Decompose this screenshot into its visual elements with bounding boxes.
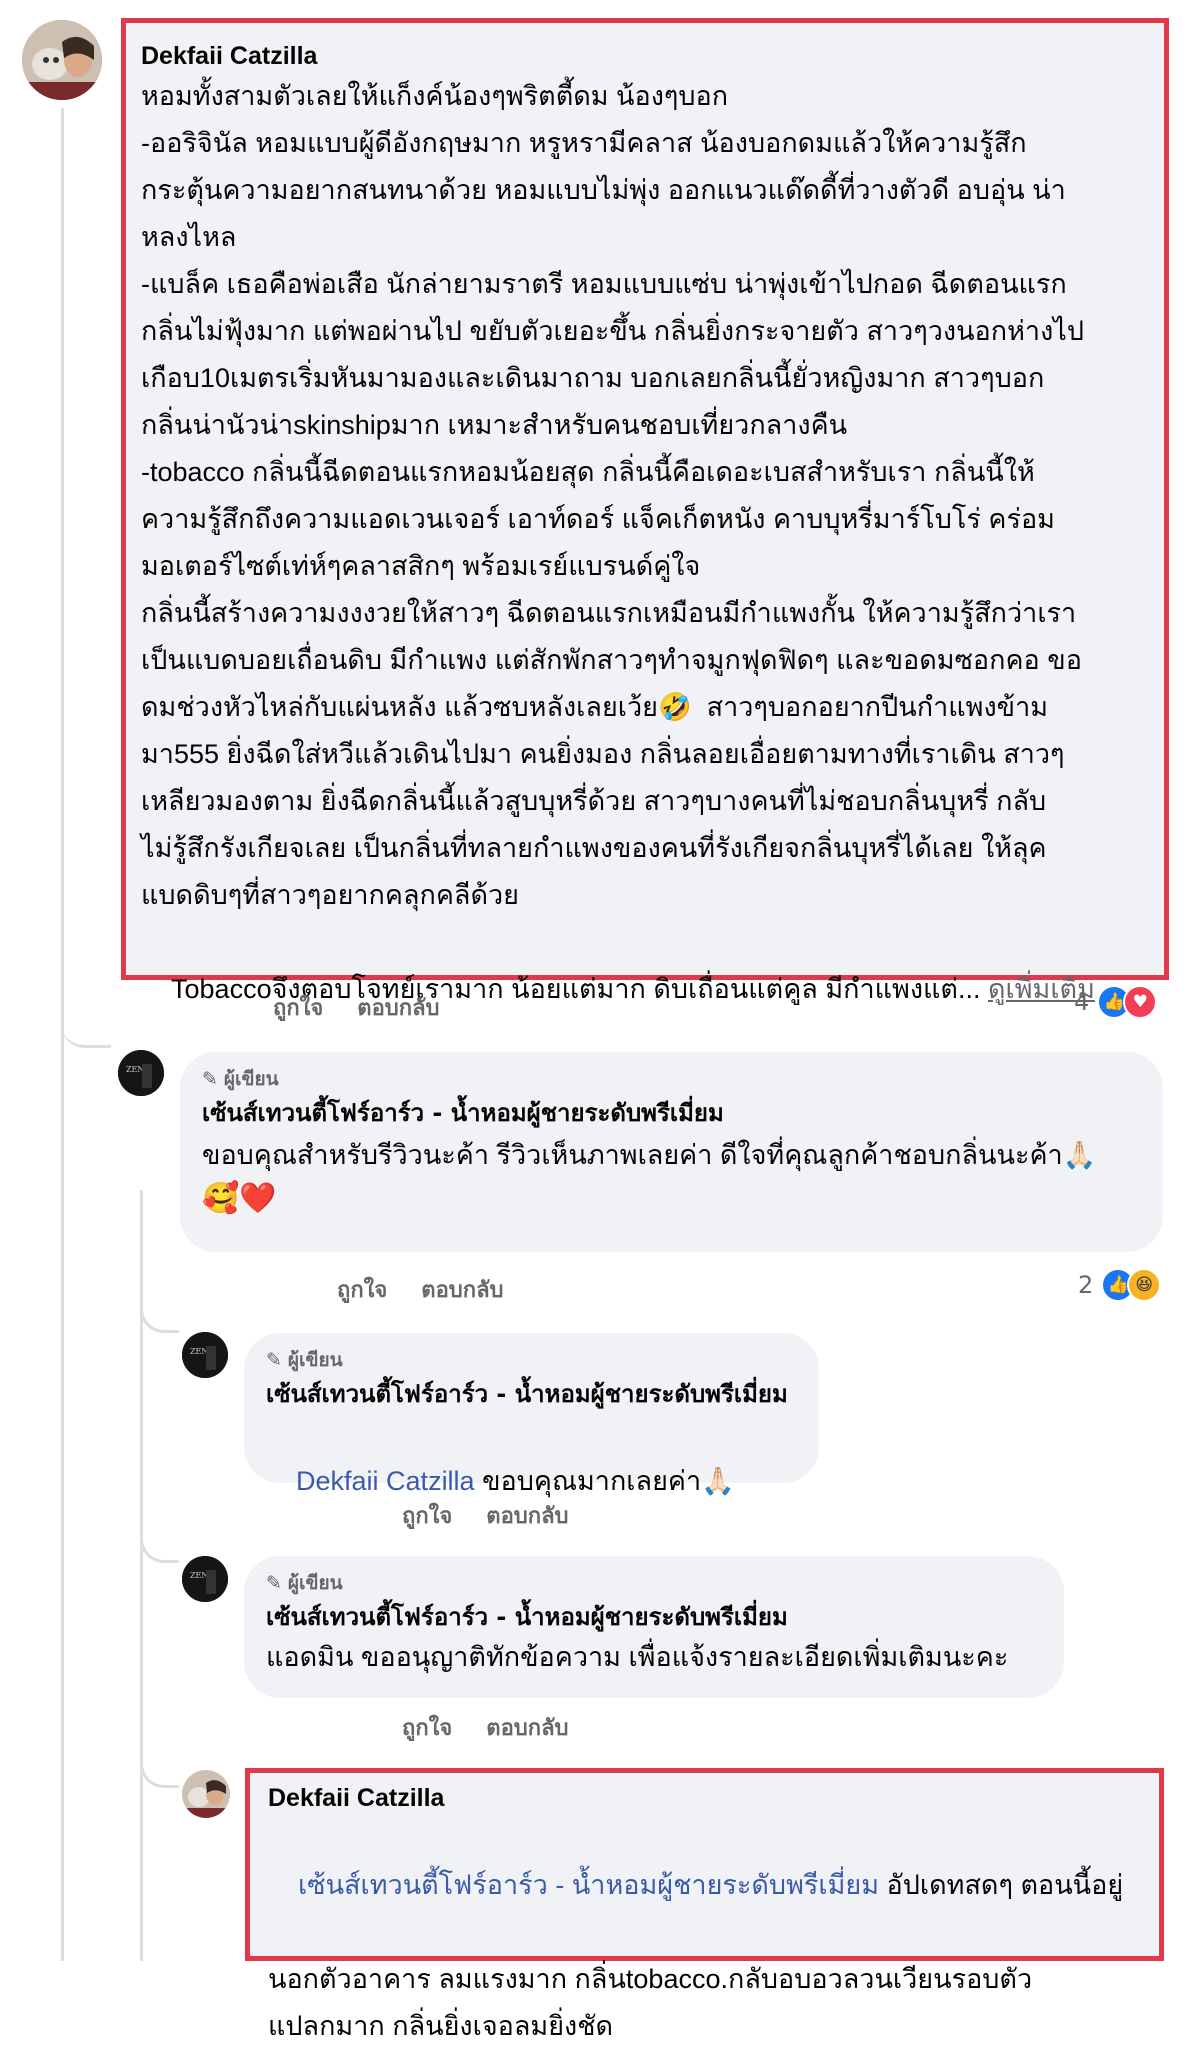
- author-badge: ✎ ผู้เขียน: [202, 1066, 1141, 1092]
- brand-logo-icon: ZENS: [118, 1050, 164, 1096]
- reply-text-line: แปลกมาก กลิ่นยิ่งเจอลมยิ่งชัด: [268, 2011, 614, 2041]
- page-name[interactable]: เซ้นส์เทวนตี้โฟร์อาร์ว - น้ำหอมผู้ชายระด…: [202, 1096, 1141, 1130]
- author-badge-label: ผู้เขียน: [287, 1572, 343, 1594]
- comment-text-line: ไม่รู้สึกรังเกียจเลย เป็นกลิ่นที่ทลายกำแ…: [141, 833, 1047, 863]
- user-photo-icon: [182, 1770, 230, 1818]
- like-button[interactable]: ถูกใจ: [337, 1272, 387, 1307]
- thread-connector: [140, 1530, 179, 1563]
- comment-actions: ถูกใจ ตอบกลับ: [273, 990, 440, 1025]
- reply-actions: ถูกใจ ตอบกลับ: [402, 1710, 569, 1745]
- reply-text-body: ขอบคุณมากเลยค่า🙏🏻: [474, 1466, 735, 1496]
- comment-text-line: มา555 ยิ่งฉีดใส่หวีแล้วเดินไปมา คนยิ่งมอ…: [141, 739, 1065, 769]
- author-badge-label: ผู้เขียน: [287, 1349, 343, 1371]
- avatar[interactable]: [182, 1770, 230, 1818]
- comment-text-line: แบดดิบๆที่สาวๆอยากคลุกคลีด้วย: [141, 880, 519, 910]
- author-badge: ✎ ผู้เขียน: [266, 1347, 797, 1373]
- comment-text-line: -ออริจินัล หอมแบบผู้ดีอังกฤษมาก หรูหรามี…: [141, 128, 1027, 158]
- user-photo-icon: [22, 20, 102, 100]
- pencil-icon: ✎: [266, 1572, 282, 1594]
- reply-button[interactable]: ตอบกลับ: [486, 1498, 568, 1533]
- thread-connector: [140, 1300, 179, 1333]
- commenter-name[interactable]: Dekfaii Catzilla: [268, 1781, 1141, 1815]
- comment-text-line: มอเตอร์ไซต์เท่ห์ๆคลาสสิกๆ พร้อมเรย์แบรนด…: [141, 551, 701, 581]
- commenter-name[interactable]: Dekfaii Catzilla: [141, 39, 1149, 73]
- comment-text-line: เกือบ10เมตรเริ่มหันมามองและเดินมาถาม บอก…: [141, 363, 1045, 393]
- page-avatar[interactable]: ZENS: [182, 1556, 228, 1602]
- mention-link[interactable]: Dekfaii Catzilla: [296, 1466, 475, 1496]
- pencil-icon: ✎: [202, 1068, 218, 1090]
- reply-button[interactable]: ตอบกลับ: [486, 1710, 568, 1745]
- comment-text-line: หอมทั้งสามตัวเลยให้แก็งค์น้องๆพริตตี้ดม …: [141, 81, 729, 111]
- emoji-line: 🥰❤️: [202, 1181, 277, 1216]
- comment-text-line: เป็นแบดบอยเถื่อนดิบ มีกำแพง แต่สักพักสาว…: [141, 645, 1082, 675]
- author-badge-label: ผู้เขียน: [223, 1068, 279, 1090]
- comment-text: หอมทั้งสามตัวเลยให้แก็งค์น้องๆพริตตี้ดม …: [141, 73, 1149, 919]
- reaction-count: 4: [1074, 988, 1090, 1016]
- comment-text-line: กลิ่นนี้สร้างความงงงวยให้สาวๆ ฉีดตอนแรกเ…: [141, 598, 1077, 628]
- thread-connector: [140, 1755, 179, 1788]
- brand-logo-icon: ZENS: [182, 1332, 228, 1378]
- haha-reaction-icon: 😆: [1127, 1268, 1162, 1302]
- pencil-icon: ✎: [266, 1349, 282, 1371]
- reply-bubble: ✎ ผู้เขียน เซ้นส์เทวนตี้โฟร์อาร์ว - น้ำหอ…: [244, 1556, 1064, 1698]
- thread-connector: [61, 1010, 111, 1048]
- avatar[interactable]: [22, 20, 102, 100]
- comment-text-line: -แบล็ค เธอคือพ่อเสือ นักล่ายามราตรี หอมแ…: [141, 269, 1067, 299]
- reply-text: แอดมิน ขออนุญาติทักข้อความ เพื่อแจ้งรายล…: [266, 1642, 1009, 1672]
- comment-text-line: กระตุ้นความอยากสนทนาด้วย หอมแบบไม่พุ่ง อ…: [141, 175, 1066, 205]
- reply-text: ขอบคุณสำหรับรีวิวนะค้า รีวิวเห็นภาพเลยค่…: [202, 1140, 1097, 1170]
- main-comment-bubble: Dekfaii Catzilla หอมทั้งสามตัวเลยให้แก็ง…: [121, 18, 1169, 1004]
- reply-button[interactable]: ตอบกลับ: [357, 990, 439, 1025]
- comment-text-line: -tobacco กลิ่นนี้ฉีดตอนแรกหอมน้อยสุด กลิ…: [141, 457, 1035, 487]
- like-button[interactable]: ถูกใจ: [273, 990, 323, 1025]
- page-name[interactable]: เซ้นส์เทวนตี้โฟร์อาร์ว - น้ำหอมผู้ชายระด…: [266, 1377, 797, 1411]
- like-button[interactable]: ถูกใจ: [402, 1710, 452, 1745]
- comment-text-line: เหลียวมองตาม ยิ่งฉีดกลิ่นนี้แล้วสูบบุหรี…: [141, 786, 1047, 816]
- comment-text-line: หลงไหล: [141, 222, 237, 252]
- reply-button[interactable]: ตอบกลับ: [421, 1272, 503, 1307]
- like-button[interactable]: ถูกใจ: [402, 1498, 452, 1533]
- reaction-summary[interactable]: 2 👍 😆: [1078, 1268, 1162, 1302]
- reply-bubble-highlighted: Dekfaii Catzilla เซ้นส์เทวนตี้โฟร์อาร์ว …: [245, 1768, 1164, 2041]
- reply-text: เซ้นส์เทวนตี้โฟร์อาร์ว - น้ำหอมผู้ชายระด…: [268, 1815, 1141, 1956]
- reply-text-body: อัปเดทสดๆ ตอนนี้อยู่: [879, 1870, 1124, 1900]
- comment-text-line: ดมช่วงหัวไหล่กับแผ่นหลัง แล้วซบหลังเลยเว…: [141, 692, 1049, 722]
- love-reaction-icon: ♥: [1123, 985, 1158, 1019]
- reply-bubble: ✎ ผู้เขียน เซ้นส์เทวนตี้โฟร์อาร์ว - น้ำหอ…: [180, 1052, 1163, 1252]
- reply-bubble: ✎ ผู้เขียน เซ้นส์เทวนตี้โฟร์อาร์ว - น้ำหอ…: [244, 1333, 819, 1496]
- reaction-count: 2: [1078, 1271, 1094, 1299]
- comment-text-line: กลิ่นไม่ฟุ้งมาก แต่พอผ่านไป ขยับตัวเยอะข…: [141, 316, 1084, 346]
- reply-actions: ถูกใจ ตอบกลับ: [402, 1498, 569, 1533]
- reply-text-line: นอกตัวอาคาร ลมแรงมาก กลิ่นtobacco.กลับอบ…: [268, 1964, 1033, 1994]
- brand-logo-icon: ZENS: [182, 1556, 228, 1602]
- comment-text-line: กลิ่นน่านัวน่าskinshipมาก เหมาะสำหรับคนช…: [141, 410, 848, 440]
- reply-actions: ถูกใจ ตอบกลับ: [337, 1272, 504, 1307]
- author-badge: ✎ ผู้เขียน: [266, 1570, 1042, 1596]
- page-avatar[interactable]: ZENS: [118, 1050, 164, 1096]
- page-avatar[interactable]: ZENS: [182, 1332, 228, 1378]
- mention-link[interactable]: เซ้นส์เทวนตี้โฟร์อาร์ว - น้ำหอมผู้ชายระด…: [298, 1870, 879, 1900]
- page-name[interactable]: เซ้นส์เทวนตี้โฟร์อาร์ว - น้ำหอมผู้ชายระด…: [266, 1600, 1042, 1634]
- comment-text-line: ความรู้สึกถึงความแอดเวนเจอร์ เอาท์ดอร์ แ…: [141, 504, 1055, 534]
- reaction-summary[interactable]: 4 👍 ♥: [1074, 985, 1158, 1019]
